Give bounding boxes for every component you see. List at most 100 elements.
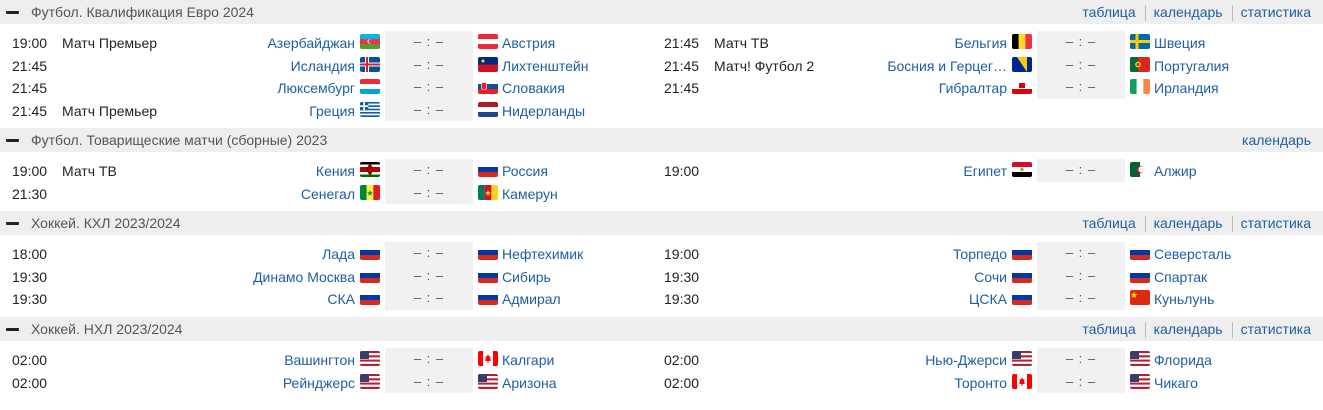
match-score[interactable]: – : – <box>1037 76 1125 99</box>
home-team-link[interactable]: Египет <box>963 163 1007 179</box>
match-score[interactable]: – : – <box>385 370 473 393</box>
away-team-link[interactable]: Камерун <box>502 186 558 202</box>
stats-link[interactable]: статистика <box>1241 321 1311 338</box>
match-row[interactable]: 21:45 Гибралтар – : – Ирландия <box>652 76 1302 99</box>
home-team-link[interactable]: Гибралтар <box>939 80 1007 96</box>
away-team-link[interactable]: Португалия <box>1154 58 1229 74</box>
section-title: Футбол. Товарищеские матчи (сборные) 202… <box>31 132 328 148</box>
calendar-link[interactable]: календарь <box>1154 215 1223 232</box>
table-link[interactable]: таблица <box>1082 321 1135 338</box>
match-row[interactable]: 19:30 СКА – : – Адмирал <box>0 287 650 310</box>
calendar-link[interactable]: календарь <box>1154 4 1223 21</box>
away-team-link[interactable]: Калгари <box>502 352 554 368</box>
away-team-link[interactable]: Ирландия <box>1154 80 1219 96</box>
match-row[interactable]: 02:00 Вашингтон – : – Калгари <box>0 348 650 371</box>
match-row[interactable]: 21:45 Матч Премьер Греция – : – Нидерланды <box>0 98 650 121</box>
match-row[interactable]: 19:00 Матч Премьер Азербайджан – : – Австрия <box>0 31 650 54</box>
home-team-link[interactable]: Вашингтон <box>284 352 355 368</box>
match-row[interactable]: 02:00 Рейнджерс – : – Аризона <box>0 370 650 393</box>
home-team-link[interactable]: Азербайджан <box>267 35 355 51</box>
match-row[interactable]: 19:00 Торпедо – : – Северсталь <box>652 242 1302 265</box>
away-team-link[interactable]: Лихтенштейн <box>502 58 588 74</box>
section-title: Хоккей. КХЛ 2023/2024 <box>31 215 181 231</box>
collapse-minus-icon[interactable] <box>6 328 19 331</box>
away-team-link[interactable]: Алжир <box>1154 163 1196 179</box>
away-team-link[interactable]: Австрия <box>502 35 555 51</box>
away-team-link[interactable]: Аризона <box>502 375 557 391</box>
match-score[interactable]: – : – <box>385 287 473 310</box>
collapse-minus-icon[interactable] <box>6 139 19 142</box>
home-team-link[interactable]: Динамо Москва <box>253 269 355 285</box>
away-team-link[interactable]: Нефтехимик <box>502 246 583 262</box>
away-team-link[interactable]: Куньлунь <box>1154 291 1214 307</box>
away-team-link[interactable]: Адмирал <box>502 291 561 307</box>
collapse-minus-icon[interactable] <box>6 222 19 225</box>
home-team-link[interactable]: Греция <box>309 103 355 119</box>
home-team-link[interactable]: СКА <box>327 291 355 307</box>
match-score[interactable]: – : – <box>1037 370 1125 393</box>
away-team-link[interactable]: Нидерланды <box>502 103 585 119</box>
match-row[interactable]: 21:45 Матч ТВ Бельгия – : – Швеция <box>652 31 1302 54</box>
match-row[interactable]: 02:00 Нью-Джерси – : – Флорида <box>652 348 1302 371</box>
match-score[interactable]: – : – <box>1037 159 1125 182</box>
home-team-link[interactable]: Торпедо <box>953 246 1007 262</box>
away-team-link[interactable]: Северсталь <box>1154 246 1231 262</box>
match-score[interactable]: – : – <box>385 159 473 182</box>
match-score[interactable]: – : – <box>385 31 473 54</box>
home-team-link[interactable]: Рейнджерс <box>283 375 355 391</box>
home-team-link[interactable]: Сочи <box>974 269 1007 285</box>
home-team-link[interactable]: Босния и Герцег… <box>887 58 1007 74</box>
match-score[interactable]: – : – <box>385 242 473 265</box>
home-team-link[interactable]: Бельгия <box>955 35 1007 51</box>
match-row[interactable]: 19:00 Египет – : – Алжир <box>652 159 1302 182</box>
match-row[interactable]: 21:45 Исландия – : – Лихтенштейн <box>0 53 650 76</box>
match-row[interactable]: 19:30 Динамо Москва – : – Сибирь <box>0 264 650 287</box>
home-team-link[interactable]: Кения <box>316 163 355 179</box>
home-team-link[interactable]: Исландия <box>291 58 355 74</box>
match-time: 19:00 <box>12 163 48 179</box>
away-team-link[interactable]: Швеция <box>1154 35 1205 51</box>
match-score[interactable]: – : – <box>385 76 473 99</box>
match-row[interactable]: 19:30 ЦСКА – : – Куньлунь <box>652 287 1302 310</box>
calendar-link[interactable]: календарь <box>1154 321 1223 338</box>
match-score[interactable]: – : – <box>1037 348 1125 371</box>
away-team-link[interactable]: Словакия <box>502 80 565 96</box>
home-team-link[interactable]: Нью-Джерси <box>925 352 1007 368</box>
match-score[interactable]: – : – <box>1037 31 1125 54</box>
table-link[interactable]: таблица <box>1082 4 1135 21</box>
match-score[interactable]: – : – <box>385 53 473 76</box>
match-score[interactable]: – : – <box>385 348 473 371</box>
russia-flag-icon <box>360 290 380 305</box>
tv-channel: Матч Премьер <box>62 35 158 51</box>
match-time: 18:00 <box>12 246 48 262</box>
match-row[interactable]: 18:00 Лада – : – Нефтехимик <box>0 242 650 265</box>
match-row[interactable]: 21:45 Люксембург – : – Словакия <box>0 76 650 99</box>
home-team-link[interactable]: Люксембург <box>277 80 355 96</box>
match-row[interactable]: 02:00 Торонто – : – Чикаго <box>652 370 1302 393</box>
away-team-link[interactable]: Россия <box>502 163 548 179</box>
match-row[interactable]: 19:00 Матч ТВ Кения – : – Россия <box>0 159 650 182</box>
match-score[interactable]: – : – <box>385 98 473 121</box>
stats-link[interactable]: статистика <box>1241 4 1311 21</box>
away-team-link[interactable]: Флорида <box>1154 352 1212 368</box>
home-team-link[interactable]: ЦСКА <box>969 291 1007 307</box>
match-score[interactable]: – : – <box>1037 242 1125 265</box>
match-score[interactable]: – : – <box>385 181 473 204</box>
table-link[interactable]: таблица <box>1082 215 1135 232</box>
match-row[interactable]: 19:30 Сочи – : – Спартак <box>652 264 1302 287</box>
home-team-link[interactable]: Лада <box>322 246 355 262</box>
match-score[interactable]: – : – <box>1037 264 1125 287</box>
match-score[interactable]: – : – <box>1037 53 1125 76</box>
stats-link[interactable]: статистика <box>1241 215 1311 232</box>
home-team-link[interactable]: Сенегал <box>301 186 355 202</box>
match-score[interactable]: – : – <box>385 264 473 287</box>
match-row[interactable]: 21:30 Сенегал – : – Камерун <box>0 181 650 204</box>
home-team-link[interactable]: Торонто <box>954 375 1007 391</box>
away-team-link[interactable]: Сибирь <box>502 269 551 285</box>
calendar-link[interactable]: календарь <box>1242 132 1311 148</box>
away-team-link[interactable]: Спартак <box>1154 269 1207 285</box>
collapse-minus-icon[interactable] <box>6 11 19 14</box>
match-score[interactable]: – : – <box>1037 287 1125 310</box>
match-row[interactable]: 21:45 Матч! Футбол 2 Босния и Герцег… – : –… <box>652 53 1302 76</box>
away-team-link[interactable]: Чикаго <box>1154 375 1198 391</box>
